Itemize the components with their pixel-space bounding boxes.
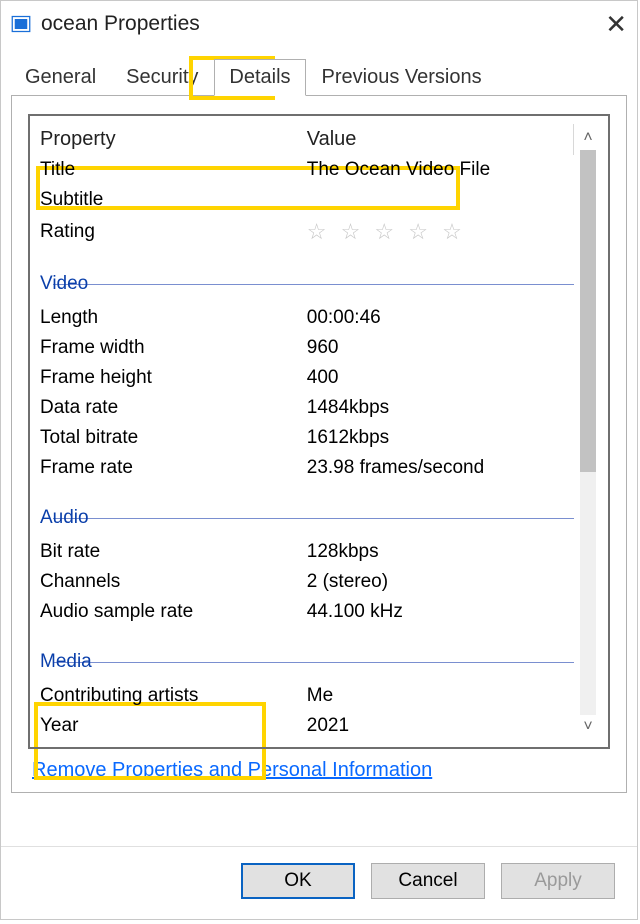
prop-value: 00:00:46 bbox=[307, 303, 574, 333]
row-rating[interactable]: Rating ☆ ☆ ☆ ☆ ☆ bbox=[40, 215, 574, 249]
row-subtitle[interactable]: Subtitle bbox=[40, 185, 574, 215]
prop-label: Subtitle bbox=[40, 185, 307, 215]
section-media: Media bbox=[40, 627, 574, 681]
prop-value: 1484kbps bbox=[307, 393, 574, 423]
row-bit-rate[interactable]: Bit rate128kbps bbox=[40, 537, 574, 567]
row-frame-width[interactable]: Frame width960 bbox=[40, 333, 574, 363]
section-label: Video bbox=[40, 261, 53, 299]
row-sample-rate[interactable]: Audio sample rate44.100 kHz bbox=[40, 597, 574, 627]
prop-label: Contributing artists bbox=[40, 681, 307, 711]
rating-stars[interactable]: ☆ ☆ ☆ ☆ ☆ bbox=[307, 215, 574, 249]
property-grid: Property Value Title The Ocean Video Fil… bbox=[28, 114, 610, 749]
section-label: Media bbox=[40, 639, 53, 677]
prop-label: Length bbox=[40, 303, 307, 333]
scrollbar[interactable]: ˄ ˅ bbox=[574, 124, 608, 741]
ok-button[interactable]: OK bbox=[241, 863, 355, 899]
tab-area: General Security Details Previous Versio… bbox=[1, 47, 637, 793]
row-data-rate[interactable]: Data rate1484kbps bbox=[40, 393, 574, 423]
row-contributing-artists[interactable]: Contributing artistsMe bbox=[40, 681, 574, 711]
tab-previous-versions[interactable]: Previous Versions bbox=[308, 60, 496, 95]
tab-security[interactable]: Security bbox=[112, 60, 212, 95]
prop-value[interactable]: The Ocean Video File bbox=[307, 155, 574, 185]
section-video: Video bbox=[40, 249, 574, 303]
prop-label: Total bitrate bbox=[40, 423, 307, 453]
row-channels[interactable]: Channels2 (stereo) bbox=[40, 567, 574, 597]
remove-properties-link[interactable]: Remove Properties and Personal Informati… bbox=[28, 749, 610, 786]
cancel-button[interactable]: Cancel bbox=[371, 863, 485, 899]
row-year[interactable]: Year2021 bbox=[40, 711, 574, 741]
row-total-bitrate[interactable]: Total bitrate1612kbps bbox=[40, 423, 574, 453]
titlebar: ocean Properties ✕ bbox=[1, 1, 637, 47]
details-pane: Property Value Title The Ocean Video Fil… bbox=[11, 96, 627, 793]
prop-value: 1612kbps bbox=[307, 423, 574, 453]
scroll-track[interactable] bbox=[580, 150, 596, 715]
prop-label: Audio sample rate bbox=[40, 597, 307, 627]
prop-value: 400 bbox=[307, 363, 574, 393]
tab-general[interactable]: General bbox=[11, 60, 110, 95]
prop-value: 44.100 kHz bbox=[307, 597, 574, 627]
prop-value[interactable] bbox=[307, 185, 574, 215]
prop-value: 128kbps bbox=[307, 537, 574, 567]
prop-label: Frame width bbox=[40, 333, 307, 363]
scroll-down-icon[interactable]: ˅ bbox=[578, 717, 598, 737]
tab-details[interactable]: Details bbox=[214, 59, 305, 96]
row-length[interactable]: Length00:00:46 bbox=[40, 303, 574, 333]
col-property[interactable]: Property bbox=[40, 124, 307, 155]
prop-label: Year bbox=[40, 711, 307, 741]
button-bar: OK Cancel Apply bbox=[1, 846, 637, 919]
scroll-up-icon[interactable]: ˄ bbox=[578, 128, 598, 148]
file-type-icon bbox=[11, 14, 31, 34]
prop-label: Rating bbox=[40, 215, 307, 249]
prop-label: Frame height bbox=[40, 363, 307, 393]
properties-dialog: ocean Properties ✕ General Security Deta… bbox=[0, 0, 638, 920]
prop-label: Bit rate bbox=[40, 537, 307, 567]
scroll-thumb[interactable] bbox=[580, 150, 596, 472]
prop-label: Title bbox=[40, 155, 307, 185]
prop-value[interactable]: 2021 bbox=[307, 711, 574, 741]
row-title[interactable]: Title The Ocean Video File bbox=[40, 155, 574, 185]
header-row: Property Value bbox=[40, 124, 574, 155]
close-icon[interactable]: ✕ bbox=[587, 11, 627, 37]
section-label: Audio bbox=[40, 495, 53, 533]
prop-value: 960 bbox=[307, 333, 574, 363]
prop-value: 23.98 frames/second bbox=[307, 453, 574, 483]
section-audio: Audio bbox=[40, 483, 574, 537]
prop-label: Frame rate bbox=[40, 453, 307, 483]
row-frame-rate[interactable]: Frame rate23.98 frames/second bbox=[40, 453, 574, 483]
window-title: ocean Properties bbox=[41, 12, 587, 36]
row-frame-height[interactable]: Frame height400 bbox=[40, 363, 574, 393]
apply-button[interactable]: Apply bbox=[501, 863, 615, 899]
col-value[interactable]: Value bbox=[307, 124, 574, 155]
prop-value: 2 (stereo) bbox=[307, 567, 574, 597]
prop-value[interactable]: Me bbox=[307, 681, 574, 711]
prop-label: Channels bbox=[40, 567, 307, 597]
prop-label: Data rate bbox=[40, 393, 307, 423]
tabs: General Security Details Previous Versio… bbox=[11, 55, 627, 96]
